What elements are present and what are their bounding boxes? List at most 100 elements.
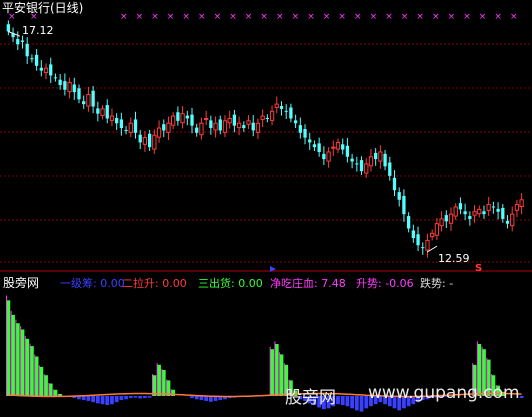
candle-body — [326, 151, 331, 162]
signal-marker: × — [229, 12, 237, 22]
candle-body — [39, 67, 43, 71]
legend-item: 二拉升: 0.00 — [122, 277, 187, 290]
candle-body — [213, 122, 218, 131]
indicator-bar-down — [91, 396, 96, 403]
candle-body — [91, 90, 95, 107]
indicator-bar-down — [133, 396, 138, 398]
indicator-bar-down — [138, 396, 143, 399]
indicator-bar-up — [39, 366, 44, 396]
low-price-label: 12.59 — [438, 252, 470, 265]
main-price-chart: × × × × × × × × × × × × × × × × × × × × × × × × × ×× × — [0, 12, 532, 412]
signal-marker: × — [260, 12, 268, 22]
candle-body — [505, 220, 510, 224]
candle-body — [448, 213, 454, 224]
candle-body — [496, 208, 500, 212]
indicator-bar-up — [161, 370, 166, 396]
candle-body — [195, 127, 199, 133]
candle-body — [421, 247, 425, 249]
candle-body — [491, 206, 496, 208]
signal-marker: × — [182, 12, 190, 22]
indicator-bar-up — [274, 344, 279, 396]
candle-body — [312, 144, 317, 148]
candle-body — [128, 122, 133, 133]
signal-marker: × — [354, 12, 362, 22]
candle-body — [49, 64, 53, 76]
candle-body — [43, 67, 49, 74]
candle-body — [416, 234, 420, 246]
watermark-cn: 股旁网 — [285, 388, 336, 408]
candle-body — [58, 79, 62, 85]
candle-body — [397, 192, 401, 200]
candle-body — [510, 213, 515, 227]
candle-body — [199, 122, 204, 136]
indicator-bar-down — [199, 396, 204, 401]
candle-body — [458, 203, 463, 210]
candle-body — [335, 141, 341, 150]
legend-item: 升势: -0.06 — [356, 277, 414, 290]
candle-body — [406, 216, 411, 229]
signal-marker: × — [292, 12, 300, 22]
candle-body — [274, 103, 279, 108]
candle-body — [392, 177, 397, 191]
candle-body — [133, 119, 138, 133]
indicator-bar-up — [6, 300, 11, 396]
candle-body — [30, 58, 34, 60]
candle-body — [162, 124, 166, 131]
signal-marker: × — [276, 12, 284, 22]
candle-body — [124, 129, 128, 131]
candle-body — [166, 122, 171, 133]
signal-marker: × — [120, 12, 128, 22]
candle-body — [383, 153, 387, 167]
candle-body — [180, 113, 185, 124]
indicator-bar-up — [48, 383, 53, 396]
signal-marker: × — [323, 12, 331, 22]
indicator-bar-down — [190, 396, 194, 399]
indicator-bar-down — [350, 396, 355, 409]
indicator-bar-up — [15, 323, 20, 396]
watermark-en: www.gupang.com — [368, 383, 520, 403]
indicator-bar-down — [336, 396, 340, 405]
candle-body — [16, 39, 20, 45]
candle-body — [6, 24, 11, 32]
candle-body — [434, 223, 440, 236]
indicator-bar-down — [86, 396, 91, 401]
signal-marker: × — [385, 12, 393, 22]
legend-item: 三出货: 0.00 — [198, 277, 263, 290]
candle-body — [359, 160, 364, 172]
candle-body — [322, 153, 326, 160]
candle-body — [232, 114, 237, 126]
sell-signal-marker: S — [475, 263, 483, 274]
candle-body — [453, 206, 458, 217]
candle-body — [514, 204, 520, 211]
candle-body — [477, 208, 482, 215]
indicator-bar-up — [11, 314, 15, 396]
signal-marker: × — [370, 12, 378, 22]
indicator-bar-down — [354, 396, 359, 411]
candle-body — [185, 115, 189, 119]
indicator-bar-down — [124, 396, 128, 400]
indicator-bar-down — [345, 396, 350, 407]
candle-body — [20, 40, 25, 42]
indicator-bar-down — [114, 396, 119, 403]
candle-body — [176, 112, 180, 121]
candle-body — [246, 120, 251, 125]
candle-body — [293, 120, 298, 124]
candle-body — [486, 204, 491, 211]
candle-body — [209, 120, 213, 129]
candle-body — [331, 146, 336, 149]
candle-body — [63, 81, 67, 90]
signal-marker: × — [494, 12, 502, 22]
signal-marker: × — [463, 12, 471, 22]
indicator-bar-down — [147, 396, 152, 398]
candle-body — [115, 117, 119, 124]
candle-body — [411, 230, 415, 239]
candle-body — [388, 162, 392, 176]
indicator-name[interactable]: 股旁网 — [3, 277, 39, 290]
signal-marker: × — [214, 12, 222, 22]
indicator-bar-down — [128, 396, 133, 399]
indicator-bar-up — [25, 338, 30, 396]
indicator-bar-up — [157, 364, 161, 396]
candle-body — [227, 117, 232, 124]
candle-body — [236, 122, 242, 129]
legend-item: 跌势: - — [420, 277, 454, 290]
